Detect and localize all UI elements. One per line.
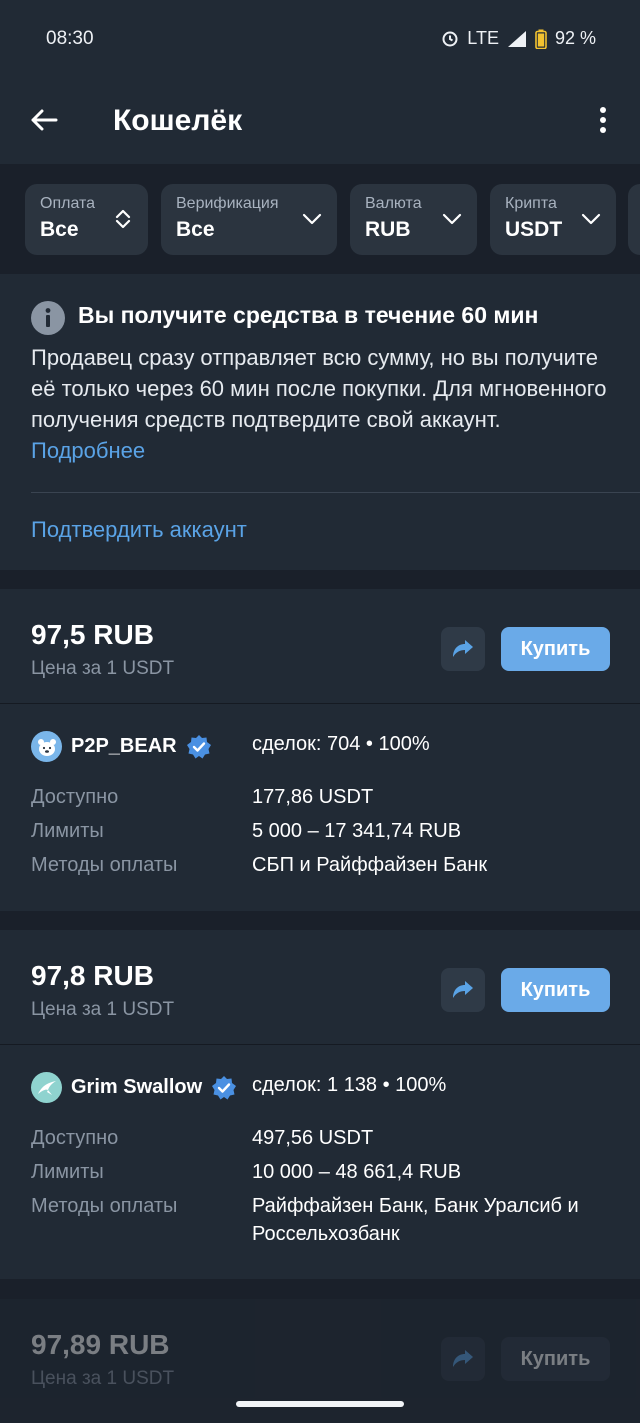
- avatar: [31, 731, 62, 762]
- share-button[interactable]: [441, 627, 485, 671]
- share-button[interactable]: [441, 1337, 485, 1381]
- chevron-down-icon: [302, 213, 322, 225]
- arrow-left-icon: [31, 109, 58, 131]
- info-icon: [31, 301, 65, 335]
- share-arrow-icon: [453, 1350, 473, 1367]
- verified-badge-icon: [212, 1075, 237, 1099]
- offer-price: 97,5 RUB: [31, 619, 154, 650]
- filter-value: Все: [40, 218, 79, 241]
- methods-value: СБП и Райффайзен Банк: [252, 854, 488, 876]
- sort-arrows-icon: [115, 209, 131, 229]
- page-title: Кошелёк: [113, 104, 243, 137]
- available-label: Доступно: [31, 1127, 119, 1149]
- filter-value: Все: [176, 218, 215, 241]
- filter-value: USDT: [505, 218, 563, 241]
- verify-account-link[interactable]: Подтвердить аккаунт: [31, 517, 247, 543]
- filter-caption: Валюта: [365, 195, 422, 212]
- more-options-button[interactable]: [588, 98, 618, 142]
- filter-currency[interactable]: Валюта RUB: [350, 184, 477, 255]
- notice-title: Вы получите средства в течение 60 мин: [78, 302, 539, 328]
- offer-card-details: P2P_BEAR сделок: 704 • 100% Доступно 177…: [0, 704, 640, 911]
- status-bar: 08:30 LTE 92 %: [0, 0, 640, 78]
- notice-text: Продавец сразу отправляет всю сумму, но …: [31, 342, 616, 466]
- deals-count: сделок: 704 • 100%: [252, 733, 430, 755]
- chevron-down-icon: [581, 213, 601, 225]
- limits-value: 5 000 – 17 341,74 RUB: [252, 820, 462, 842]
- filter-caption: Оплата: [40, 195, 96, 212]
- seller-info[interactable]: P2P_BEAR: [31, 731, 212, 762]
- home-indicator[interactable]: [236, 1401, 404, 1407]
- limits-value: 10 000 – 48 661,4 RUB: [252, 1161, 462, 1183]
- filter-verification[interactable]: Верификация Все: [161, 184, 337, 255]
- avatar: [31, 1072, 62, 1103]
- offer-card-header: 97,5 RUB Цена за 1 USDT Купить: [0, 589, 640, 703]
- filter-more[interactable]: [628, 184, 640, 255]
- seller-name: P2P_BEAR: [71, 735, 177, 757]
- offer-card-header: 97,8 RUB Цена за 1 USDT Купить: [0, 930, 640, 1044]
- filter-payment[interactable]: Оплата Все: [25, 184, 148, 255]
- methods-label: Методы оплаты: [31, 1195, 178, 1217]
- filter-value: RUB: [365, 218, 411, 241]
- share-button[interactable]: [441, 968, 485, 1012]
- battery-icon: [535, 29, 547, 49]
- share-arrow-icon: [453, 981, 473, 998]
- price-caption: Цена за 1 USDT: [31, 658, 175, 679]
- divider: [31, 492, 640, 493]
- seller-info[interactable]: Grim Swallow: [31, 1072, 237, 1103]
- app-bar: Кошелёк: [0, 78, 640, 164]
- available-value: 177,86 USDT: [252, 786, 374, 808]
- battery-percent: 92 %: [554, 28, 596, 48]
- more-vertical-icon: [600, 107, 606, 133]
- filter-caption: Верификация: [176, 195, 279, 212]
- filter-caption: Крипта: [505, 195, 557, 212]
- available-label: Доступно: [31, 786, 119, 808]
- offer-price: 97,8 RUB: [31, 960, 154, 991]
- limits-label: Лимиты: [31, 820, 104, 842]
- filter-bar: Оплата Все Верификация Все Валюта RUB Кр…: [0, 164, 640, 274]
- offer-price: 97,89 RUB: [31, 1329, 170, 1360]
- alarm-icon: [442, 31, 458, 46]
- price-caption: Цена за 1 USDT: [31, 1368, 175, 1389]
- buy-button[interactable]: Купить: [501, 968, 610, 1012]
- available-value: 497,56 USDT: [252, 1127, 374, 1149]
- price-caption: Цена за 1 USDT: [31, 999, 175, 1020]
- deals-count: сделок: 1 138 • 100%: [252, 1074, 447, 1096]
- share-arrow-icon: [453, 640, 473, 657]
- network-type: LTE: [467, 28, 499, 48]
- back-button[interactable]: [22, 98, 66, 142]
- verified-badge-icon: [186, 734, 211, 758]
- buy-button[interactable]: Купить: [501, 627, 610, 671]
- status-icons: LTE 92 %: [441, 28, 596, 49]
- offer-card-details: Grim Swallow сделок: 1 138 • 100% Доступ…: [0, 1045, 640, 1279]
- chevron-down-icon: [442, 213, 462, 225]
- limits-label: Лимиты: [31, 1161, 104, 1183]
- methods-label: Методы оплаты: [31, 854, 178, 876]
- signal-icon: [507, 30, 526, 47]
- buy-button[interactable]: Купить: [501, 1337, 610, 1381]
- more-info-link[interactable]: Подробнее: [31, 438, 145, 463]
- verification-notice: Вы получите средства в течение 60 мин Пр…: [0, 274, 640, 570]
- status-time: 08:30: [46, 28, 94, 49]
- bear-icon: [37, 738, 56, 756]
- seller-name: Grim Swallow: [71, 1076, 203, 1098]
- notice-body: Продавец сразу отправляет всю сумму, но …: [31, 345, 607, 432]
- methods-value: Райффайзен Банк, Банк Уралсиб и Россельх…: [252, 1195, 579, 1245]
- filter-crypto[interactable]: Крипта USDT: [490, 184, 616, 255]
- swallow-icon: [37, 1080, 56, 1095]
